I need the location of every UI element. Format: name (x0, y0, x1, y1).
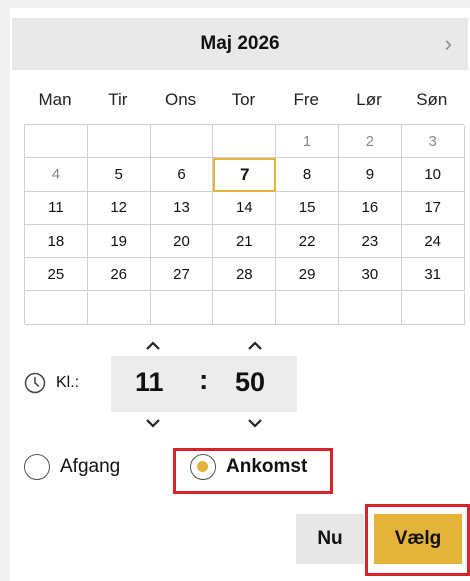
arrival-option[interactable]: Ankomst (190, 454, 307, 480)
calendar-empty-cell (276, 291, 339, 325)
calendar-empty-cell (87, 125, 151, 159)
calendar-day-21[interactable]: 21 (213, 224, 277, 259)
calendar-day-31[interactable]: 31 (401, 258, 465, 292)
calendar-day-29[interactable]: 29 (276, 258, 339, 292)
calendar-day-3[interactable]: 3 (401, 125, 465, 159)
calendar-day-30[interactable]: 30 (339, 258, 402, 292)
minutes-value[interactable]: 50 (235, 367, 265, 398)
calendar-grid: 1 2 3 4 5 6 7 8 9 10 11 12 13 14 15 16 17 18 19 20 21 22 23 24 2… (24, 124, 465, 325)
calendar-empty-cell (213, 291, 277, 325)
weekday-label: Lør (356, 90, 382, 109)
calendar-day-8[interactable]: 8 (276, 158, 339, 192)
calendar-day-15[interactable]: 15 (276, 191, 339, 225)
calendar-day-19[interactable]: 19 (87, 224, 151, 259)
calendar-day-27[interactable]: 27 (150, 258, 214, 292)
calendar-day-13[interactable]: 13 (150, 191, 214, 225)
calendar-day-17[interactable]: 17 (401, 191, 465, 225)
now-button[interactable]: Nu (296, 514, 364, 564)
calendar-day-20[interactable]: 20 (150, 224, 214, 259)
month-title: Maj 2026 (200, 33, 280, 54)
weekday-header: Man Tir Ons Tor Fre Lør Søn (24, 90, 464, 116)
hours-value[interactable]: 11 (135, 367, 164, 398)
calendar-empty-cell (25, 291, 88, 325)
calendar-day-2[interactable]: 2 (339, 125, 402, 159)
arrival-radio[interactable] (190, 454, 216, 480)
calendar-empty-cell (25, 125, 88, 159)
time-picker: 11 : 50 (111, 356, 297, 412)
calendar-day-18[interactable]: 18 (25, 224, 88, 259)
calendar-day-1[interactable]: 1 (276, 125, 339, 159)
weekday-label: Tir (108, 90, 128, 109)
calendar-day-14[interactable]: 14 (213, 191, 277, 225)
departure-radio[interactable] (24, 454, 50, 480)
departure-option[interactable]: Afgang (24, 454, 120, 480)
calendar-day-22[interactable]: 22 (276, 224, 339, 259)
calendar-empty-cell (87, 291, 151, 325)
hours-up-chevron-icon[interactable] (144, 340, 162, 352)
calendar-day-4[interactable]: 4 (25, 158, 88, 192)
next-month-chevron-icon[interactable]: › (445, 33, 452, 55)
weekday-label: Man (38, 90, 72, 109)
arrival-label: Ankomst (226, 456, 308, 477)
calendar-empty-cell (150, 125, 214, 159)
calendar-day-5[interactable]: 5 (87, 158, 151, 192)
calendar-day-10[interactable]: 10 (401, 158, 465, 192)
calendar-empty-cell (401, 291, 465, 325)
calendar-day-11[interactable]: 11 (25, 191, 88, 225)
calendar-day-25[interactable]: 25 (25, 258, 88, 292)
calendar-day-26[interactable]: 26 (87, 258, 151, 292)
calendar-empty-cell (150, 291, 214, 325)
choose-button[interactable]: Vælg (374, 514, 462, 564)
calendar-day-24[interactable]: 24 (401, 224, 465, 259)
calendar-day-6[interactable]: 6 (150, 158, 214, 192)
weekday-label: Søn (416, 90, 448, 109)
calendar-empty-cell (213, 125, 277, 159)
time-separator: : (199, 364, 209, 395)
calendar-day-28[interactable]: 28 (213, 258, 277, 292)
minutes-up-chevron-icon[interactable] (246, 340, 264, 352)
calendar-empty-cell (339, 291, 402, 325)
clock-icon (24, 372, 46, 394)
weekday-label: Tor (231, 90, 256, 109)
month-header: Maj 2026 › (12, 18, 468, 70)
hours-down-chevron-icon[interactable] (144, 417, 162, 429)
time-label: Kl.: (56, 374, 80, 391)
weekday-label: Fre (293, 90, 319, 109)
calendar-day-23[interactable]: 23 (339, 224, 402, 259)
calendar-day-12[interactable]: 12 (87, 191, 151, 225)
weekday-label: Ons (165, 90, 197, 109)
calendar-day-16[interactable]: 16 (339, 191, 402, 225)
departure-label: Afgang (60, 456, 121, 477)
calendar-day-7[interactable]: 7 (213, 158, 277, 192)
calendar-day-9[interactable]: 9 (339, 158, 402, 192)
minutes-down-chevron-icon[interactable] (246, 417, 264, 429)
